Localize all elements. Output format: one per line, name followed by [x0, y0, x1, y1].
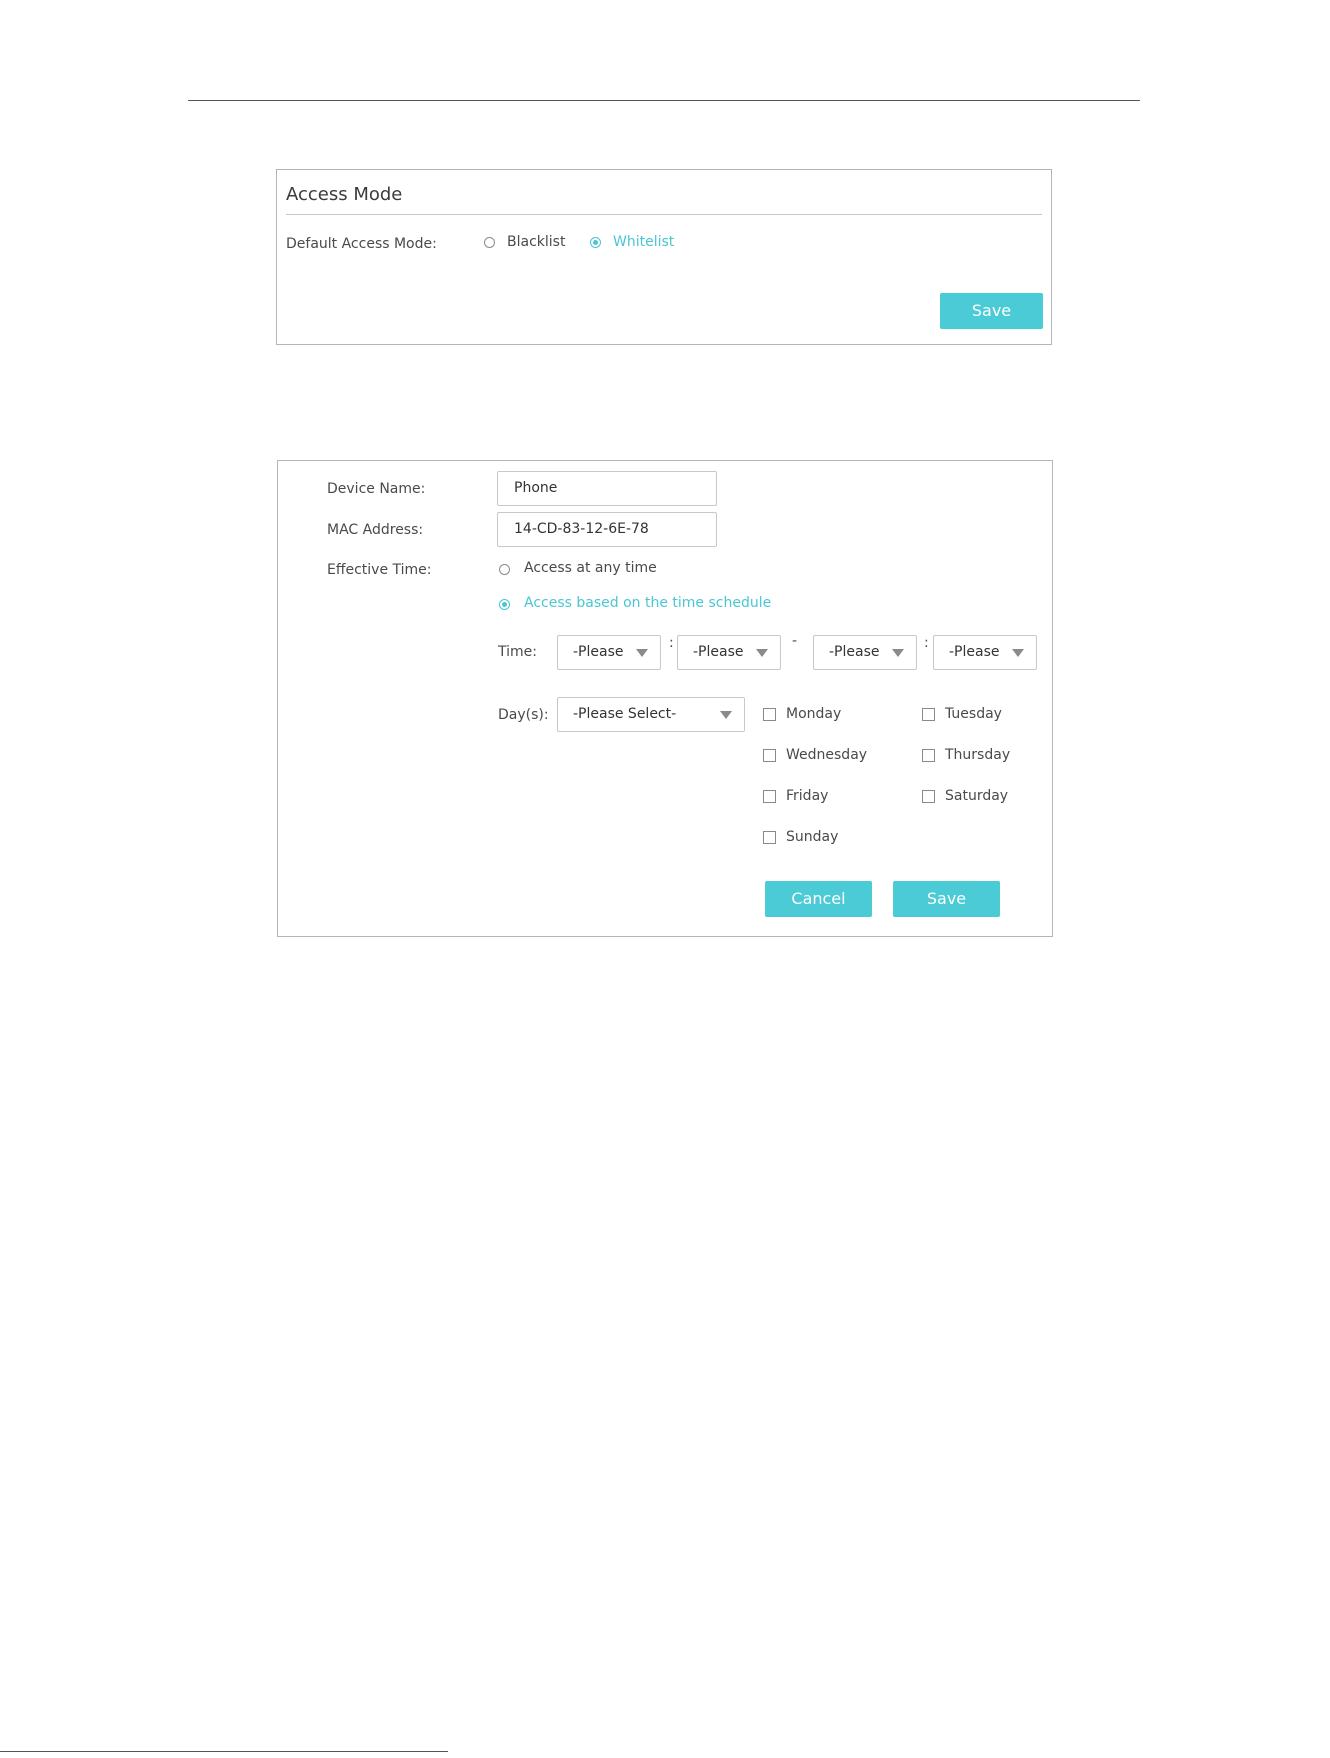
checkbox-thursday[interactable]: Thursday — [922, 747, 1042, 767]
time-label: Time: — [498, 644, 537, 660]
cancel-button[interactable]: Cancel — [765, 881, 872, 917]
effective-time-label: Effective Time: — [327, 562, 432, 578]
select-value: -Please — [949, 644, 1000, 660]
default-access-mode-label: Default Access Mode: — [286, 236, 437, 252]
chevron-down-icon — [1012, 649, 1024, 657]
checkbox-icon[interactable] — [763, 708, 776, 721]
checkbox-sunday[interactable]: Sunday — [763, 829, 883, 849]
chevron-down-icon — [756, 649, 768, 657]
radio-access-schedule-label: Access based on the time schedule — [524, 595, 772, 611]
checkbox-wednesday[interactable]: Wednesday — [763, 747, 883, 767]
radio-blacklist-label: Blacklist — [507, 234, 566, 250]
time-range-dash: - — [792, 633, 798, 649]
end-hour-select[interactable]: -Please — [813, 635, 917, 670]
radio-icon[interactable] — [499, 564, 510, 575]
end-minute-select[interactable]: -Please — [933, 635, 1037, 670]
checkbox-icon[interactable] — [922, 749, 935, 762]
checkbox-thursday-label: Thursday — [945, 747, 1011, 763]
time-colon: : — [669, 635, 674, 651]
access-mode-title: Access Mode — [286, 184, 403, 205]
checkbox-icon[interactable] — [763, 790, 776, 803]
checkbox-monday[interactable]: Monday — [763, 706, 883, 726]
device-name-label: Device Name: — [327, 481, 426, 497]
page-header-rule — [188, 100, 1140, 101]
checkbox-icon[interactable] — [763, 831, 776, 844]
checkbox-tuesday[interactable]: Tuesday — [922, 706, 1042, 726]
start-hour-select[interactable]: -Please — [557, 635, 661, 670]
chevron-down-icon — [636, 649, 648, 657]
checkbox-sunday-label: Sunday — [786, 829, 839, 845]
checkbox-saturday[interactable]: Saturday — [922, 788, 1042, 808]
radio-access-schedule[interactable]: Access based on the time schedule — [499, 595, 799, 615]
radio-access-any-time[interactable]: Access at any time — [499, 560, 679, 580]
checkbox-tuesday-label: Tuesday — [945, 706, 1002, 722]
title-divider — [286, 214, 1042, 215]
select-value: -Please — [573, 644, 624, 660]
access-mode-panel: Access Mode Default Access Mode: Blackli… — [276, 169, 1052, 345]
radio-blacklist[interactable]: Blacklist — [484, 234, 574, 254]
days-label: Day(s): — [498, 707, 549, 723]
select-value: -Please — [829, 644, 880, 660]
radio-selected-icon[interactable] — [590, 237, 601, 248]
start-minute-select[interactable]: -Please — [677, 635, 781, 670]
checkbox-wednesday-label: Wednesday — [786, 747, 868, 763]
chevron-down-icon — [720, 711, 732, 719]
checkbox-monday-label: Monday — [786, 706, 842, 722]
radio-selected-icon[interactable] — [499, 599, 510, 610]
days-select[interactable]: -Please Select- — [557, 697, 745, 732]
checkbox-icon[interactable] — [763, 749, 776, 762]
time-colon: : — [924, 635, 929, 651]
access-mode-save-button[interactable]: Save — [940, 293, 1043, 329]
checkbox-icon[interactable] — [922, 790, 935, 803]
mac-address-input[interactable]: 14-CD-83-12-6E-78 — [497, 512, 717, 547]
radio-whitelist[interactable]: Whitelist — [590, 234, 690, 254]
save-button[interactable]: Save — [893, 881, 1000, 917]
mac-address-label: MAC Address: — [327, 522, 424, 538]
device-name-input[interactable]: Phone — [497, 471, 717, 506]
device-form-panel: Device Name: Phone MAC Address: 14-CD-83… — [277, 460, 1053, 937]
select-value: -Please Select- — [573, 706, 677, 722]
select-value: -Please — [693, 644, 744, 660]
checkbox-friday[interactable]: Friday — [763, 788, 883, 808]
checkbox-icon[interactable] — [922, 708, 935, 721]
page-footer-rule — [0, 1751, 448, 1752]
radio-whitelist-label: Whitelist — [613, 234, 675, 250]
chevron-down-icon — [892, 649, 904, 657]
checkbox-friday-label: Friday — [786, 788, 829, 804]
radio-icon[interactable] — [484, 237, 495, 248]
checkbox-saturday-label: Saturday — [945, 788, 1009, 804]
radio-access-any-time-label: Access at any time — [524, 560, 657, 576]
